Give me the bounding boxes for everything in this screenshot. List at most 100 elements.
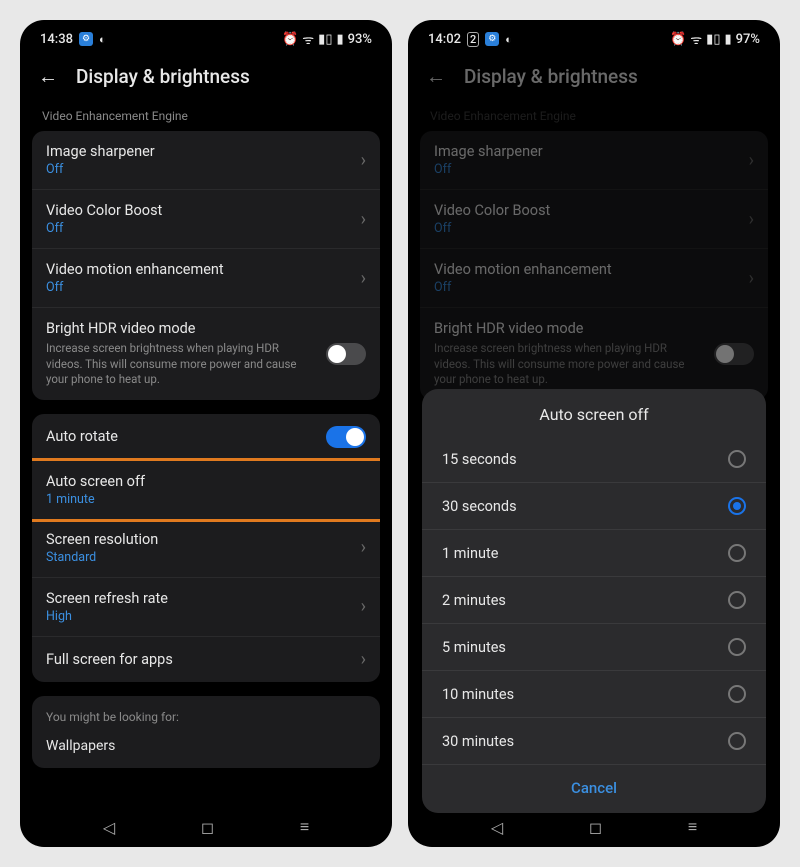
suggest-wallpapers[interactable]: Wallpapers <box>46 738 366 754</box>
chevron-right-icon: › <box>361 268 366 289</box>
row-title: Bright HDR video mode <box>46 320 326 337</box>
radio-icon <box>728 450 746 468</box>
nav-home-icon[interactable]: ◻ <box>589 818 602 837</box>
video-motion-row[interactable]: Video motion enhancement Off › <box>32 249 380 308</box>
row-title: Auto rotate <box>46 428 326 445</box>
option-label: 2 minutes <box>442 592 506 609</box>
header: ← Display & brightness <box>408 54 780 103</box>
nav-back-icon[interactable]: ◁ <box>491 818 503 837</box>
option-2m[interactable]: 2 minutes <box>422 577 766 624</box>
chevron-right-icon: › <box>361 596 366 617</box>
video-enhancement-card: Image sharpener Off › Video Color Boost … <box>32 131 380 400</box>
suggest-label: You might be looking for: <box>46 710 366 724</box>
row-title: Screen refresh rate <box>46 590 361 607</box>
bright-hdr-toggle[interactable] <box>326 343 366 365</box>
row-sub: Standard <box>46 550 361 565</box>
option-label: 30 minutes <box>442 733 514 750</box>
option-15s[interactable]: 15 seconds <box>422 436 766 483</box>
auto-screen-off-dialog: Auto screen off 15 seconds 30 seconds 1 … <box>422 389 766 813</box>
back-icon[interactable]: ← <box>38 64 58 89</box>
row-desc: Increase screen brightness when playing … <box>434 341 694 388</box>
alarm-icon: ⏰ <box>282 32 298 47</box>
speed-icon: 2 <box>467 32 479 47</box>
signal-icon: ▮▯ <box>706 32 720 47</box>
image-sharpener-row[interactable]: Image sharpener Off › <box>32 131 380 190</box>
notification-icon: ◐ <box>99 33 106 46</box>
row-title: Auto screen off <box>46 473 366 490</box>
display-settings-card: Auto rotate Auto screen off 1 minute Scr… <box>32 414 380 682</box>
page-title: Display & brightness <box>464 65 638 88</box>
chevron-right-icon: › <box>361 150 366 171</box>
bright-hdr-row[interactable]: Bright HDR video mode Increase screen br… <box>420 308 768 400</box>
row-sub: 1 minute <box>46 492 366 507</box>
radio-icon <box>728 497 746 515</box>
nav-recents-icon[interactable]: ≡ <box>688 817 697 837</box>
option-label: 10 minutes <box>442 686 514 703</box>
back-icon[interactable]: ← <box>426 64 446 89</box>
wifi-icon: ᯤ <box>690 30 702 48</box>
bright-hdr-row[interactable]: Bright HDR video mode Increase screen br… <box>32 308 380 400</box>
bright-hdr-toggle[interactable] <box>714 343 754 365</box>
row-title: Screen resolution <box>46 531 361 548</box>
chevron-right-icon: › <box>749 150 754 171</box>
chevron-right-icon: › <box>749 209 754 230</box>
option-10m[interactable]: 10 minutes <box>422 671 766 718</box>
content: Video Enhancement Engine Image sharpener… <box>20 103 392 803</box>
screen-resolution-row[interactable]: Screen resolution Standard › <box>32 519 380 578</box>
row-title: Video Color Boost <box>46 202 361 219</box>
row-sub: Off <box>46 280 361 295</box>
video-color-boost-row[interactable]: Video Color Boost Off › <box>420 190 768 249</box>
cancel-button[interactable]: Cancel <box>422 765 766 805</box>
row-title: Bright HDR video mode <box>434 320 714 337</box>
suggestions-card: You might be looking for: Wallpapers <box>32 696 380 768</box>
header: ← Display & brightness <box>20 54 392 103</box>
radio-icon <box>728 685 746 703</box>
option-5m[interactable]: 5 minutes <box>422 624 766 671</box>
battery-icon: ▮ <box>724 32 731 47</box>
status-bar: 14:02 2 ⚙ ◐ ⏰ ᯤ ▮▯ ▮ 97% <box>408 20 780 54</box>
nav-back-icon[interactable]: ◁ <box>103 818 115 837</box>
auto-rotate-row[interactable]: Auto rotate <box>32 414 380 461</box>
app-icon: ⚙ <box>79 32 93 46</box>
battery-text: 93% <box>348 32 372 47</box>
option-30s[interactable]: 30 seconds <box>422 483 766 530</box>
chevron-right-icon: › <box>749 268 754 289</box>
auto-screen-off-row[interactable]: Auto screen off 1 minute <box>32 458 380 522</box>
alarm-icon: ⏰ <box>670 32 686 47</box>
row-title: Video Color Boost <box>434 202 749 219</box>
row-sub: Off <box>46 221 361 236</box>
chevron-right-icon: › <box>361 209 366 230</box>
video-motion-row[interactable]: Video motion enhancement Off › <box>420 249 768 308</box>
video-color-boost-row[interactable]: Video Color Boost Off › <box>32 190 380 249</box>
row-sub: Off <box>434 162 749 177</box>
page-title: Display & brightness <box>76 65 250 88</box>
full-screen-apps-row[interactable]: Full screen for apps › <box>32 637 380 682</box>
battery-text: 97% <box>736 32 760 47</box>
option-1m[interactable]: 1 minute <box>422 530 766 577</box>
option-label: 5 minutes <box>442 639 506 656</box>
option-label: 30 seconds <box>442 498 517 515</box>
section-label: Video Enhancement Engine <box>20 103 392 131</box>
option-label: 15 seconds <box>442 451 517 468</box>
option-label: 1 minute <box>442 545 498 562</box>
nav-bar: ◁ ◻ ≡ <box>20 803 392 847</box>
signal-icon: ▮▯ <box>318 32 332 47</box>
nav-recents-icon[interactable]: ≡ <box>300 817 309 837</box>
row-sub: High <box>46 609 361 624</box>
row-title: Image sharpener <box>46 143 361 160</box>
nav-home-icon[interactable]: ◻ <box>201 818 214 837</box>
dialog-title: Auto screen off <box>422 405 766 436</box>
section-label: Video Enhancement Engine <box>408 103 780 131</box>
image-sharpener-row[interactable]: Image sharpener Off › <box>420 131 768 190</box>
row-desc: Increase screen brightness when playing … <box>46 341 306 388</box>
status-time: 14:02 <box>428 32 461 47</box>
row-title: Full screen for apps <box>46 651 361 668</box>
chevron-right-icon: › <box>361 537 366 558</box>
refresh-rate-row[interactable]: Screen refresh rate High › <box>32 578 380 637</box>
row-sub: Off <box>434 221 749 236</box>
auto-rotate-toggle[interactable] <box>326 426 366 448</box>
status-bar: 14:38 ⚙ ◐ ⏰ ᯤ ▮▯ ▮ 93% <box>20 20 392 54</box>
video-enhancement-card: Image sharpener Off › Video Color Boost … <box>420 131 768 400</box>
status-time: 14:38 <box>40 32 73 47</box>
option-30m[interactable]: 30 minutes <box>422 718 766 765</box>
